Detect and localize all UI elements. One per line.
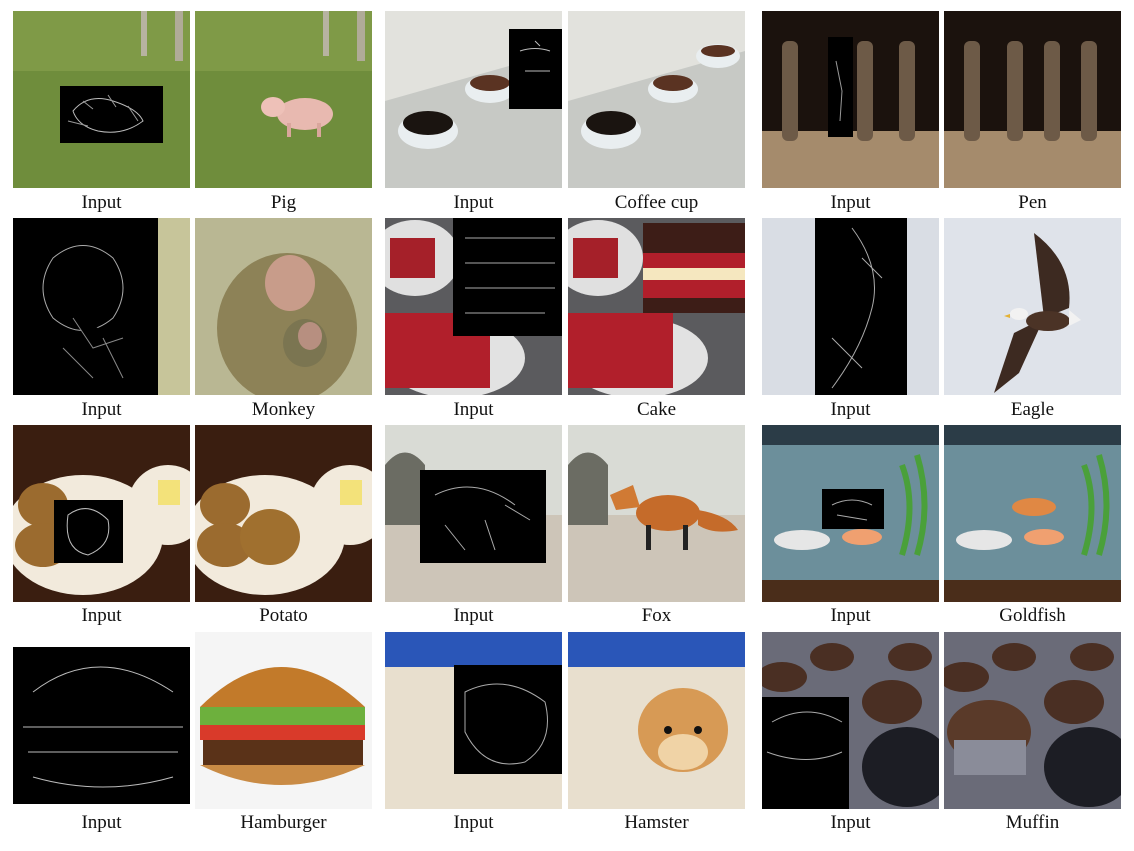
hamster-image [568, 632, 745, 809]
cake-input-image [385, 218, 562, 395]
caption-fox: Fox [641, 605, 672, 626]
goldfish-image [944, 425, 1121, 602]
coffee-cup-image [568, 11, 745, 188]
potato-image [195, 425, 372, 602]
hamster-input-graphic [385, 632, 562, 809]
pig-input-image [13, 11, 190, 188]
caption-potato: Potato [259, 605, 308, 626]
hamburger-input-graphic [13, 632, 190, 809]
pig-graphic [195, 11, 372, 188]
caption-input: Input [830, 192, 871, 213]
caption-input: Input [830, 605, 871, 626]
pen-input-graphic [762, 11, 939, 188]
muffin-image [944, 632, 1121, 809]
potato-input-graphic [13, 425, 190, 602]
caption-eagle: Eagle [1010, 399, 1055, 420]
fox-graphic [568, 425, 745, 602]
caption-input: Input [453, 399, 494, 420]
cake-graphic [568, 218, 745, 395]
potato-input-image [13, 425, 190, 602]
muffin-input-image [762, 632, 939, 809]
eagle-image [944, 218, 1121, 395]
caption-muffin: Muffin [1005, 812, 1060, 833]
monkey-input-image [13, 218, 190, 395]
hamster-graphic [568, 632, 745, 809]
caption-input: Input [453, 812, 494, 833]
caption-input: Input [830, 812, 871, 833]
monkey-image [195, 218, 372, 395]
goldfish-input-image [762, 425, 939, 602]
hamburger-image [195, 632, 372, 809]
coffee-cup-graphic [568, 11, 745, 188]
caption-coffee-cup: Coffee cup [614, 192, 699, 213]
goldfish-input-graphic [762, 425, 939, 602]
eagle-input-image [762, 218, 939, 395]
potato-graphic [195, 425, 372, 602]
caption-hamburger: Hamburger [240, 812, 327, 833]
pen-image [944, 11, 1121, 188]
caption-input: Input [830, 399, 871, 420]
pig-image [195, 11, 372, 188]
fox-input-image [385, 425, 562, 602]
caption-input: Input [81, 812, 122, 833]
monkey-input-graphic [13, 218, 190, 395]
pen-input-image [762, 11, 939, 188]
hamburger-input-image [13, 632, 190, 809]
caption-goldfish: Goldfish [999, 605, 1066, 626]
monkey-graphic [195, 218, 372, 395]
cake-input-graphic [385, 218, 562, 395]
hamster-input-image [385, 632, 562, 809]
pen-graphic [944, 11, 1121, 188]
caption-pig: Pig [270, 192, 297, 213]
goldfish-graphic [944, 425, 1121, 602]
fox-input-graphic [385, 425, 562, 602]
caption-input: Input [81, 605, 122, 626]
caption-monkey: Monkey [251, 399, 316, 420]
fox-image [568, 425, 745, 602]
caption-hamster: Hamster [624, 812, 689, 833]
cake-image [568, 218, 745, 395]
hamburger-graphic [195, 632, 372, 809]
coffee-cup-input-graphic [385, 11, 562, 188]
pig-input-graphic [13, 11, 190, 188]
eagle-input-graphic [762, 218, 939, 395]
muffin-graphic [944, 632, 1121, 809]
caption-input: Input [453, 605, 494, 626]
caption-cake: Cake [636, 399, 677, 420]
eagle-graphic [944, 218, 1121, 395]
coffee-cup-input-image [385, 11, 562, 188]
caption-pen: Pen [1018, 192, 1047, 213]
caption-input: Input [81, 192, 122, 213]
muffin-input-graphic [762, 632, 939, 809]
caption-input: Input [453, 192, 494, 213]
caption-input: Input [81, 399, 122, 420]
